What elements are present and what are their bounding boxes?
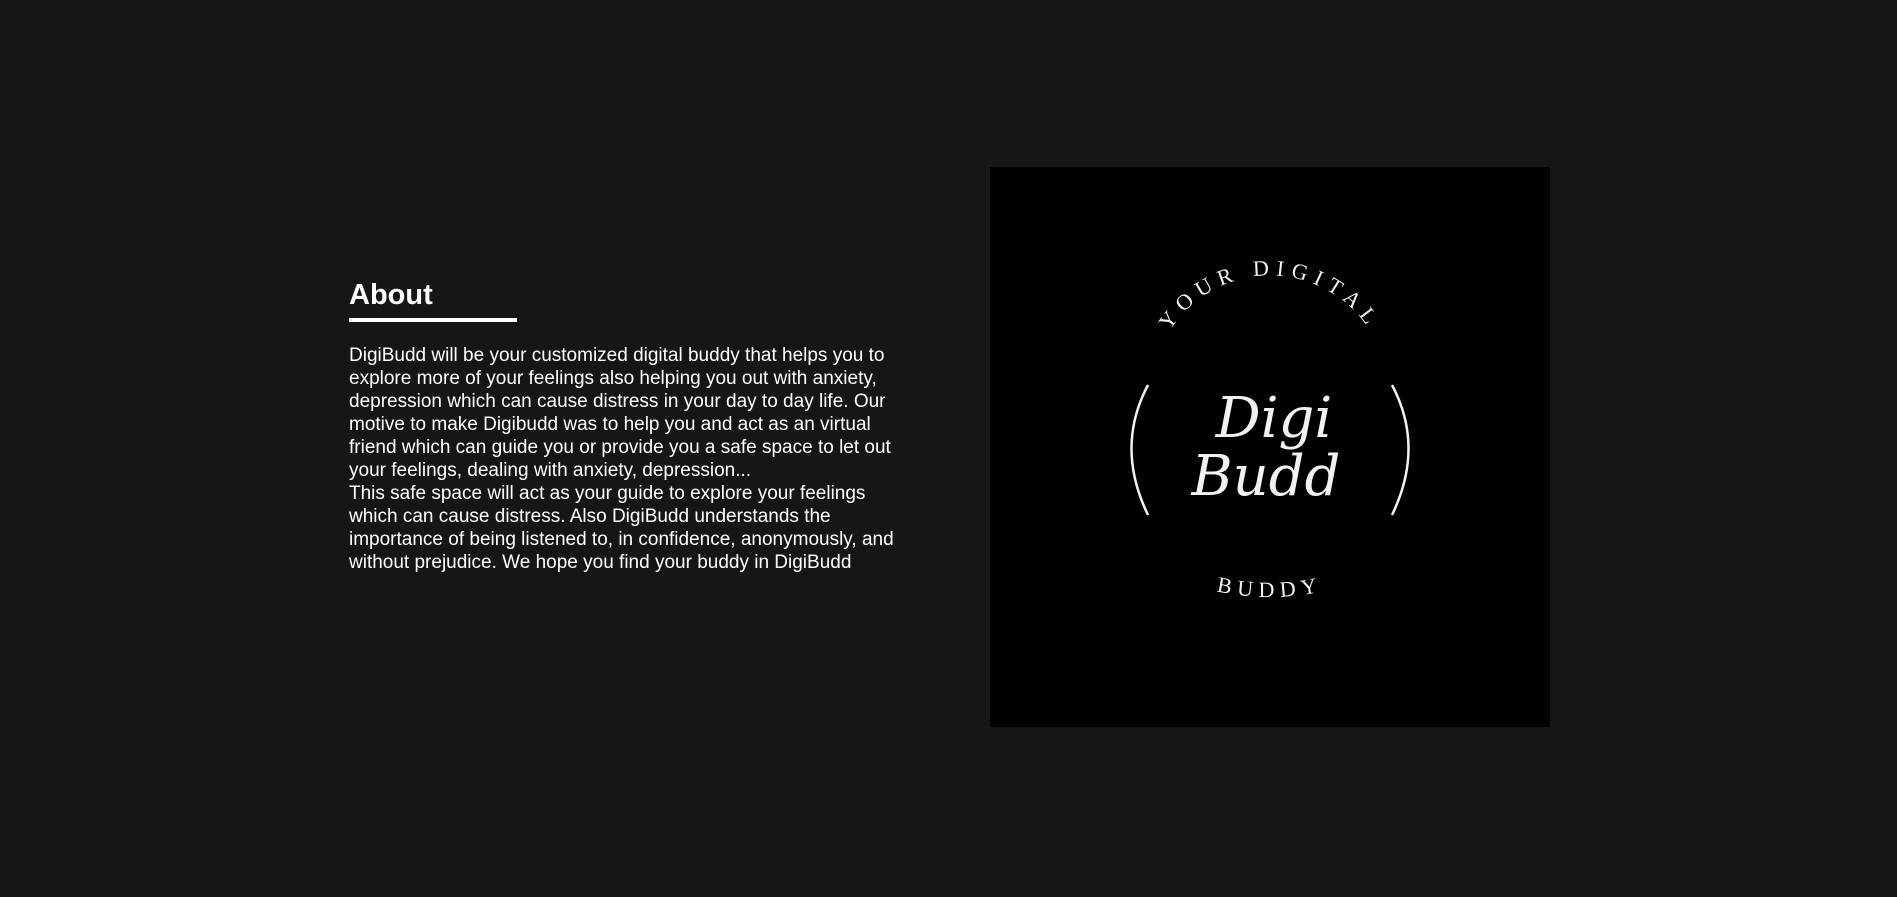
about-heading: About — [349, 279, 433, 311]
logo-right-bracket — [1390, 384, 1410, 516]
digibudd-logo-image: YOUR DIGITAL Digi Budd BUDDY — [990, 167, 1550, 727]
about-paragraph-1: DigiBudd will be your customized digital… — [349, 345, 891, 481]
heading-underline — [349, 318, 517, 322]
logo-left-bracket — [1130, 384, 1150, 516]
logo-script-line-2: Budd — [1191, 444, 1341, 509]
digibudd-logo: YOUR DIGITAL Digi Budd BUDDY — [1130, 255, 1410, 602]
logo-bottom-arc-text: BUDDY — [1215, 572, 1324, 602]
logo-top-arc-text: YOUR DIGITAL — [1153, 255, 1386, 334]
about-section: About DigiBudd will be your customized d… — [0, 0, 1897, 897]
about-paragraph-2: This safe space will act as your guide t… — [349, 483, 894, 573]
about-body: DigiBudd will be your customized digital… — [349, 344, 904, 574]
about-text-block: About DigiBudd will be your customized d… — [349, 276, 904, 574]
logo-script-line-1: Digi — [1215, 386, 1333, 451]
